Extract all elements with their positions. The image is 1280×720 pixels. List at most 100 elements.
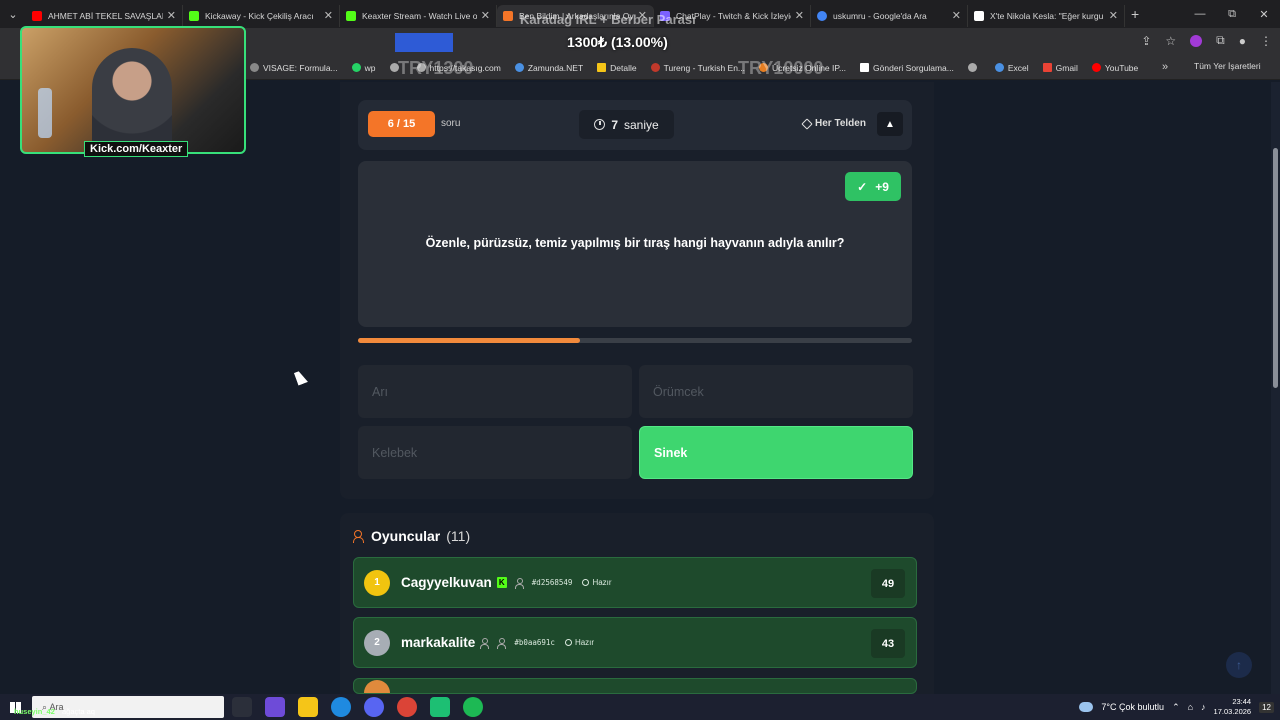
close-tab-icon[interactable]: ✕: [795, 9, 804, 22]
tab-title: Keaxter Stream - Watch Live on: [362, 10, 477, 21]
browser-menu-icon[interactable]: ⋮: [1260, 34, 1272, 48]
report-button[interactable]: ▲: [877, 112, 903, 136]
window-controls: — ⧉ ✕: [1184, 0, 1280, 28]
tab-title: uskumru - Google'da Ara: [833, 10, 927, 21]
copilot-icon[interactable]: [265, 697, 285, 717]
bookmark-star-icon[interactable]: ☆: [1165, 34, 1176, 48]
answer-option-3[interactable]: Kelebek: [358, 426, 632, 479]
edge-icon[interactable]: [331, 697, 351, 717]
players-header: Oyuncular (11): [353, 528, 470, 544]
tab-2[interactable]: Keaxter Stream - Watch Live on ✕: [340, 4, 497, 27]
notification-count[interactable]: 12: [1259, 701, 1274, 713]
tab-5[interactable]: uskumru - Google'da Ara ✕: [811, 4, 968, 27]
webcam-channel-label: Kick.com/Keaxter: [84, 141, 189, 157]
volume-icon[interactable]: ♪: [1201, 702, 1206, 712]
rank-badge: 1: [364, 569, 390, 596]
bookmark-item[interactable]: VISAGE: Formula...: [250, 63, 338, 73]
tag-icon: [801, 117, 813, 130]
weather-text[interactable]: 7°C Çok bulutlu: [1101, 702, 1164, 712]
answer-option-4-correct[interactable]: Sinek: [639, 426, 913, 479]
close-window-button[interactable]: ✕: [1248, 8, 1280, 21]
ready-check-icon: [564, 639, 572, 646]
ready-check-icon: [582, 579, 590, 586]
app-icon[interactable]: [430, 697, 450, 717]
folder-icon: [597, 63, 607, 72]
tab-6[interactable]: X'te Nikola Kesla: "Eğer kurgu ✕: [968, 4, 1125, 27]
bookmarks-overflow-button[interactable]: »: [1162, 61, 1168, 73]
ready-label: Hazır: [592, 578, 612, 587]
bookmark-item[interactable]: Tureng - Turkish En...: [650, 63, 745, 73]
bookmark-item[interactable]: Excel: [994, 63, 1029, 73]
benbildim-favicon-icon: [503, 10, 513, 21]
tab-1[interactable]: Kickaway - Kick Çekiliş Aracı ✕: [183, 4, 340, 27]
check-icon: ✓: [857, 179, 868, 194]
player-score: 43: [871, 629, 905, 658]
close-tab-icon[interactable]: ✕: [1109, 9, 1118, 22]
bookmark-item[interactable]: Zamunda.NET: [514, 62, 584, 73]
minimize-button[interactable]: —: [1184, 8, 1216, 20]
question-text: Özenle, pürüzsüz, temiz yapılmış bir tır…: [425, 236, 845, 250]
close-tab-icon[interactable]: ✕: [952, 9, 961, 22]
player-score: 49: [871, 569, 905, 598]
tab-title: X'te Nikola Kesla: "Eğer kurgu: [990, 10, 1104, 21]
excel-icon: [994, 63, 1004, 72]
bookmark-item[interactable]: [967, 63, 981, 72]
taskbar-clock[interactable]: 23:44 17.03.2026: [1214, 697, 1252, 717]
maximize-button[interactable]: ⧉: [1216, 8, 1248, 21]
ready-status: Hazır: [582, 578, 612, 587]
timer: 7 saniye: [579, 110, 674, 139]
bookmark-label: Zamunda.NET: [527, 62, 584, 73]
scroll-to-top-button[interactable]: ↑: [1226, 652, 1252, 678]
bookmark-label: wp: [364, 62, 376, 73]
network-icon[interactable]: ⌂: [1188, 702, 1193, 712]
close-tab-icon[interactable]: ✕: [167, 9, 176, 22]
bookmark-item[interactable]: Gmail: [1042, 62, 1078, 73]
task-view-icon[interactable]: [232, 697, 252, 717]
close-tab-icon[interactable]: ✕: [481, 9, 490, 22]
chrome-icon[interactable]: [397, 697, 417, 717]
player-row-partial: [353, 678, 917, 694]
bookmark-item[interactable]: wp: [351, 62, 376, 73]
streamer-webcam: [20, 26, 246, 154]
close-tab-icon[interactable]: ✕: [324, 9, 333, 22]
kick-verified-icon: K: [496, 577, 507, 588]
ready-status: Hazır: [564, 638, 594, 647]
extensions-puzzle-icon[interactable]: ⧉: [1216, 33, 1225, 48]
tab-title: Kickaway - Kick Çekiliş Aracı: [205, 10, 314, 21]
spotify-icon[interactable]: [463, 697, 483, 717]
system-tray: 7°C Çok bulutlu ⌃ ⌂ ♪ 23:44 17.03.2026 12: [1079, 694, 1274, 720]
player-row: 2 markakalite #b0aa691c Hazır 43: [353, 617, 917, 668]
bookmark-item[interactable]: YouTube: [1091, 63, 1138, 73]
page-scrollbar[interactable]: [1271, 82, 1280, 694]
tab-search-chevron-icon[interactable]: ⌄: [0, 0, 26, 28]
taskbar-search[interactable]: ⌕ Ara: [32, 696, 224, 718]
tab-0[interactable]: AHMET ABİ TEKEL SAVAŞLARI - ✕: [26, 4, 183, 27]
bookmark-item[interactable]: Gönderi Sorgulama...: [860, 63, 954, 73]
scrollbar-thumb[interactable]: [1273, 148, 1278, 388]
zamunda-icon: [514, 63, 524, 72]
discord-icon[interactable]: [364, 697, 384, 717]
user-add-icon: [514, 577, 524, 589]
timer-unit: saniye: [624, 117, 659, 132]
file-explorer-icon[interactable]: [298, 697, 318, 717]
answer-option-2[interactable]: Örümcek: [639, 365, 913, 418]
rank-badge: [364, 680, 390, 693]
extension-icon[interactable]: [1190, 34, 1203, 47]
player-name: Cagyyelkuvan: [401, 575, 492, 590]
user-add-icon: [497, 637, 507, 649]
install-app-icon[interactable]: ⇪: [1141, 34, 1151, 48]
question-counter: 6 / 15: [368, 111, 435, 137]
answer-option-1[interactable]: Arı: [358, 365, 632, 418]
tray-chevron-icon[interactable]: ⌃: [1172, 702, 1180, 713]
timer-value: 7: [611, 117, 618, 132]
clock-time: 23:44: [1232, 697, 1252, 706]
player-name: markakalite: [401, 635, 476, 650]
all-bookmarks-folder[interactable]: Tüm Yer İşaretleri: [1194, 61, 1261, 71]
youtube-favicon-icon: [32, 10, 42, 21]
new-tab-button[interactable]: +: [1131, 6, 1139, 22]
bookmark-item[interactable]: Detalle: [597, 63, 637, 73]
bookmark-label: Gmail: [1055, 62, 1078, 73]
globe-icon: [967, 63, 977, 72]
category-label: Her Telden: [801, 117, 866, 130]
profile-avatar-icon[interactable]: ●: [1239, 34, 1246, 48]
